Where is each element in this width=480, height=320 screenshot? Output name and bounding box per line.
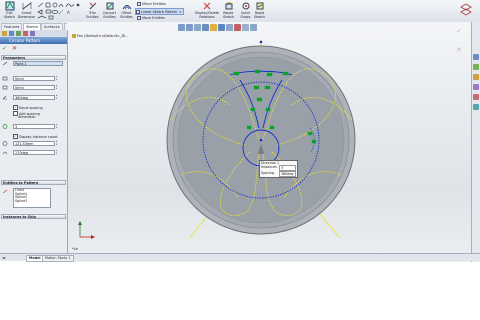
handle-dim [253,85,260,90]
manager-tabs [0,30,67,37]
reverse-direction-icon[interactable] [2,61,8,66]
feature-manager-tab-icon [2,31,7,36]
display-manager-tab-icon [30,31,35,36]
instances-to-skip-header[interactable]: Instances to Skip [1,214,66,219]
file-explorer-tab-icon[interactable] [473,74,479,80]
confirm-cancel-icon[interactable]: ✕ [456,47,462,54]
handle-dim [282,71,289,76]
entities-icon [2,189,8,194]
checkbox-checked-icon: ✓ [13,105,18,110]
manager-tab-icons[interactable] [0,30,67,37]
angle-icon [2,95,7,100]
handle-dim [266,72,273,77]
handle-dim [256,97,263,102]
property-manager: Circular Pattern ✓ ✕ Parameters Point-1 … [0,30,68,255]
instance-count-spinner[interactable]: ▴ ▾ [56,123,59,129]
arc-angle-icon [2,151,8,155]
entities-label: Entities to Pattern [3,181,39,185]
instance-count-field[interactable]: 3 [13,124,55,129]
task-pane-tabs [471,22,480,262]
add-spacing-label-line2: dimension [18,115,36,119]
equal-spacing-checkbox[interactable]: ✓ Equal spacing [13,105,43,110]
callout-spacing-row: Spacing 360deg [260,171,297,177]
ok-check-icon[interactable]: ✓ [2,45,7,52]
appearances-tab-icon[interactable] [473,94,479,100]
cancel-x-icon[interactable]: ✕ [12,45,17,52]
center-x-spinner[interactable]: ▴ ▾ [56,75,59,81]
resources-tab-icon[interactable] [473,54,479,60]
instances-to-skip-label: Instances to Skip [3,215,36,219]
callout-spacing-field[interactable]: 360deg [279,171,296,177]
arc-angle-spinner[interactable]: ▴ ▾ [56,149,59,155]
tab-motion-study[interactable]: Motion Study 1 [42,255,74,262]
entity-item[interactable]: Spline3 [14,199,50,204]
configuration-manager-tab-icon [16,31,21,36]
coordinate-label: *Le [72,247,78,251]
sketch-view [78,40,356,239]
center-y-spinner[interactable]: ▴ ▾ [56,84,59,90]
equal-spacing-label: Equal spacing [19,105,43,110]
bottom-tabs-bar: ◂▸ Model Motion Study 1 [0,253,480,262]
scroll-left-icon[interactable]: ◂▸ [2,255,6,260]
dimxpert-manager-tab-icon [23,31,28,36]
circular-pattern-title: Circular Pattern [9,38,41,43]
design-library-tab-icon[interactable] [473,64,479,70]
handle-dim [233,71,240,76]
pattern-callout[interactable]: Direction 1 Instances 3 Spacing 360deg [259,160,298,178]
handle-dim [307,131,313,136]
entities-list[interactable]: Line4 Spline1 Spline2 Spline3 [13,188,51,208]
radius-icon [2,141,8,146]
property-manager-tab-icon [9,31,14,36]
parameters-label: Parameters [3,56,26,60]
top-point[interactable] [259,40,263,44]
center-y-field[interactable]: 0mm [13,85,55,90]
angle-field[interactable]: 360deg [13,95,55,100]
arc-angle-field[interactable]: 270deg [13,150,55,155]
handle-dim [250,107,256,112]
center-x-icon [2,76,8,81]
radius-spinner[interactable]: ▴ ▾ [56,140,59,146]
handle-dim [246,125,252,130]
handle-dim [264,85,271,90]
entities-section-header[interactable]: Entities to Pattern [1,180,66,185]
pm-buttons: ✓ ✕ [2,46,17,52]
instances-icon [2,124,8,129]
tab-model[interactable]: Model [26,255,44,262]
coordinate-triad [78,221,95,239]
center-x-field[interactable]: 0mm [13,76,55,81]
display-count-label: Display instance count [19,134,58,139]
handle-dim [254,69,261,74]
handle-dim [265,107,271,112]
handle-dim [311,139,317,144]
center-point-field[interactable]: Point-1 [13,61,63,66]
solidworks-window: Exit Sketch Smart Dimension A Trim Entit… [0,0,480,262]
center-y-icon [2,85,8,90]
callout-spacing-label: Spacing [261,171,275,175]
angle-spinner[interactable]: ▴ ▾ [56,94,59,100]
handle-dim [269,125,275,130]
display-instance-count-checkbox[interactable]: ✓ Display instance count [13,134,58,139]
center-point[interactable] [259,138,263,142]
view-palette-tab-icon[interactable] [473,84,479,90]
parameters-section-header[interactable]: Parameters [1,55,66,60]
checkbox-checked-icon: ✓ [13,134,18,139]
radius-field[interactable]: 131.53mm [13,141,55,146]
custom-properties-tab-icon[interactable] [473,104,479,110]
confirm-ok-icon[interactable]: ✓ [456,28,462,35]
property-manager-title: Circular Pattern [0,37,67,44]
